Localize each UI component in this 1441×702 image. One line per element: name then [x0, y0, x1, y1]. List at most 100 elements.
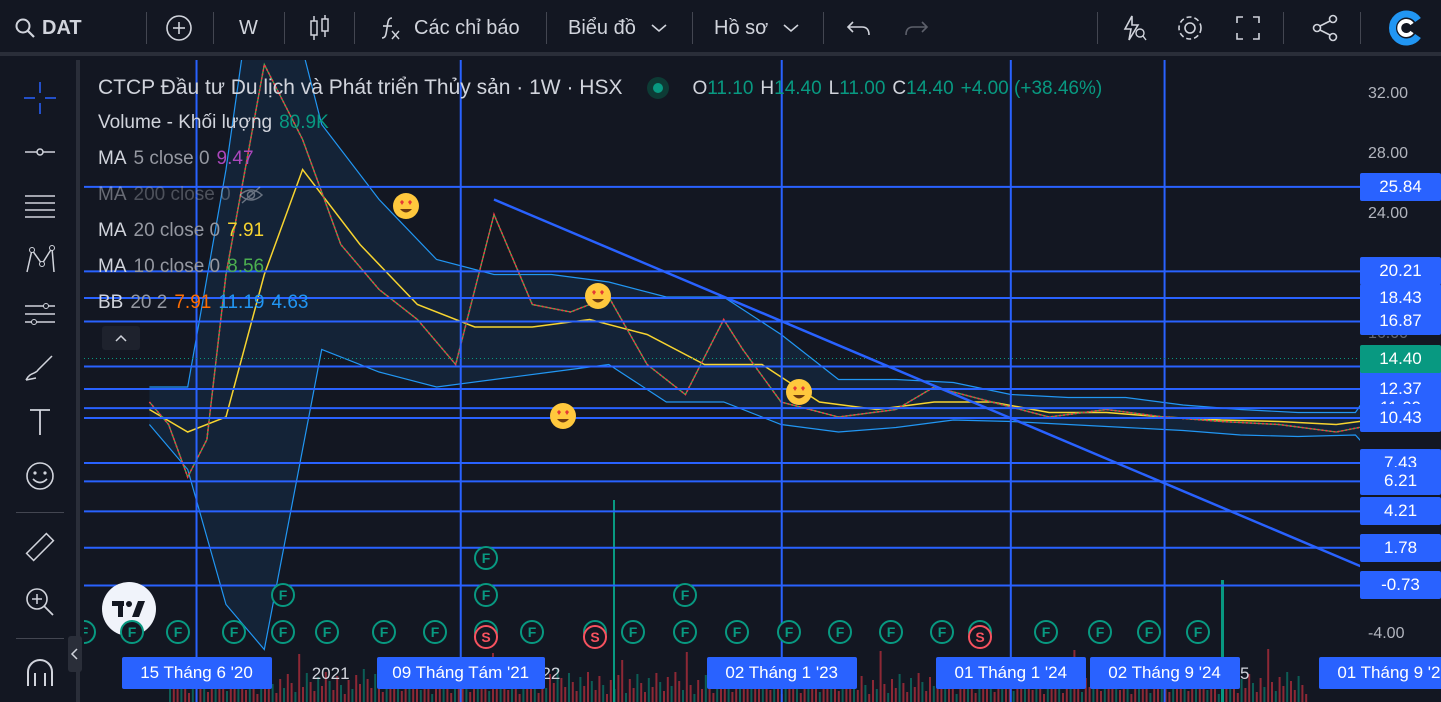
earnings-event-marker[interactable]: F [930, 620, 954, 644]
chevron-down-icon [651, 24, 667, 33]
profile-menu-button[interactable]: Hồ sơ [714, 0, 802, 56]
volume-bar [609, 680, 612, 702]
earnings-event-marker[interactable]: F [372, 620, 396, 644]
divider [1360, 12, 1361, 44]
symbol-search[interactable]: DAT [14, 0, 82, 56]
chart-pane[interactable]: CTCP Đầu tư Du lịch và Phát triển Thủy s… [84, 60, 1441, 702]
volume-bar [275, 693, 278, 702]
chevron-down-icon [783, 24, 799, 33]
interval-button[interactable]: W [239, 0, 258, 56]
volume-bar [818, 692, 821, 702]
earnings-event-marker[interactable]: F [673, 620, 697, 644]
price-line-label[interactable]: 20.21 [1360, 257, 1441, 286]
volume-bar [1031, 690, 1034, 702]
legend-ma10[interactable]: MA 10 close 0 8.56 [98, 256, 264, 278]
earnings-event-marker[interactable]: F [474, 546, 498, 570]
volume-bar [290, 683, 293, 702]
quick-search-button[interactable] [1118, 0, 1148, 56]
chart-type-button[interactable] [308, 0, 332, 56]
compare-button[interactable] [165, 0, 193, 56]
divider [16, 512, 64, 513]
indicators-button[interactable]: Các chỉ báo [378, 0, 520, 56]
earnings-event-marker[interactable]: F [166, 620, 190, 644]
emoji-sticker[interactable] [786, 379, 812, 405]
chart-menu-button[interactable]: Biểu đồ [568, 0, 670, 56]
measure-tool[interactable] [18, 526, 62, 570]
low-label: L [828, 78, 840, 99]
earnings-event-marker[interactable]: F [725, 620, 749, 644]
earnings-event-marker[interactable]: F [673, 583, 697, 607]
collapse-toolbar-button[interactable] [68, 636, 82, 672]
app-logo[interactable] [1388, 0, 1424, 56]
earnings-event-marker[interactable]: F [1034, 620, 1058, 644]
price-line-label[interactable]: 1.78 [1360, 533, 1441, 562]
crosshair-tool[interactable] [18, 76, 62, 120]
fib-tool[interactable] [18, 184, 62, 228]
legend-ma20[interactable]: MA 20 close 0 7.91 [98, 220, 264, 242]
share-button[interactable] [1310, 0, 1340, 56]
legend-collapse-button[interactable] [102, 326, 140, 350]
volume-bar [682, 690, 684, 702]
ma10-value: 8.56 [227, 256, 265, 277]
redo-button[interactable] [902, 0, 930, 56]
volume-bar [476, 687, 479, 702]
price-line-label[interactable]: 4.21 [1360, 497, 1441, 526]
legend-volume[interactable]: Volume - Khối lượng 80.9K [98, 112, 329, 134]
earnings-event-marker[interactable]: F [423, 620, 447, 644]
earnings-event-marker[interactable]: F [828, 620, 852, 644]
market-status-icon[interactable] [647, 77, 670, 99]
earnings-event-marker[interactable]: F [120, 620, 144, 644]
emoji-sticker[interactable] [585, 283, 611, 309]
earnings-event-marker[interactable]: F [1186, 620, 1210, 644]
earnings-event-marker[interactable]: F [222, 620, 246, 644]
date-marker-label[interactable]: 15 Tháng 6 '20 [121, 657, 272, 689]
earnings-event-marker[interactable]: F [315, 620, 339, 644]
divider [1283, 12, 1284, 44]
volume-bar [431, 694, 434, 702]
earnings-event-marker[interactable]: F [271, 583, 295, 607]
earnings-event-marker[interactable]: F [520, 620, 544, 644]
date-marker-label[interactable]: 02 Tháng 1 '23 [706, 657, 857, 689]
magnet-tool[interactable] [18, 652, 62, 696]
emoji-sticker[interactable] [550, 403, 576, 429]
date-marker-label[interactable]: 01 Tháng 9 '25 [1318, 657, 1441, 689]
zoom-tool[interactable] [18, 580, 62, 624]
split-event-marker[interactable]: S [968, 625, 992, 649]
undo-button[interactable] [845, 0, 873, 56]
price-line-label[interactable]: 6.21 [1360, 467, 1441, 496]
earnings-event-marker[interactable]: F [271, 620, 295, 644]
legend-ma5[interactable]: MA 5 close 0 9.47 [98, 148, 254, 170]
emoji-tool[interactable] [18, 454, 62, 498]
forecast-tool[interactable] [18, 292, 62, 336]
price-line-label[interactable]: 16.87 [1360, 307, 1441, 336]
split-event-marker[interactable]: S [583, 625, 607, 649]
legend-ma200-hidden[interactable]: MA 200 close 0 [98, 184, 264, 206]
split-event-marker[interactable]: S [474, 625, 498, 649]
earnings-event-marker[interactable]: F [1088, 620, 1112, 644]
eye-off-icon[interactable] [238, 185, 264, 205]
fullscreen-button[interactable] [1234, 0, 1262, 56]
volume-bar [860, 676, 863, 702]
earnings-event-marker[interactable]: F [1137, 620, 1161, 644]
emoji-sticker[interactable] [393, 193, 419, 219]
legend-title[interactable]: CTCP Đầu tư Du lịch và Phát triển Thủy s… [98, 76, 622, 100]
price-line-label[interactable]: -0.73 [1360, 571, 1441, 600]
pattern-tool[interactable] [18, 238, 62, 282]
text-tool[interactable] [18, 400, 62, 444]
date-marker-label[interactable]: 09 Tháng Tám '21 [376, 657, 545, 689]
brush-tool[interactable] [18, 346, 62, 390]
last-price-label[interactable]: 14.40 [1360, 344, 1441, 373]
earnings-event-marker[interactable]: F [621, 620, 645, 644]
price-line-label[interactable]: 25.84 [1360, 172, 1441, 201]
date-marker-label[interactable]: 01 Tháng 1 '24 [935, 657, 1086, 689]
date-marker-label[interactable]: 02 Tháng 9 '24 [1089, 657, 1240, 689]
earnings-event-marker[interactable]: F [879, 620, 903, 644]
earnings-event-marker[interactable]: F [474, 583, 498, 607]
settings-button[interactable] [1174, 0, 1206, 56]
earnings-event-marker[interactable]: F [777, 620, 801, 644]
volume-bar [1168, 692, 1171, 702]
volume-bar [1149, 693, 1152, 702]
line-tool[interactable] [18, 130, 62, 174]
price-line-label[interactable]: 10.43 [1360, 404, 1441, 433]
legend-bb[interactable]: BB 20 2 7.91 11.19 4.63 [98, 292, 308, 314]
